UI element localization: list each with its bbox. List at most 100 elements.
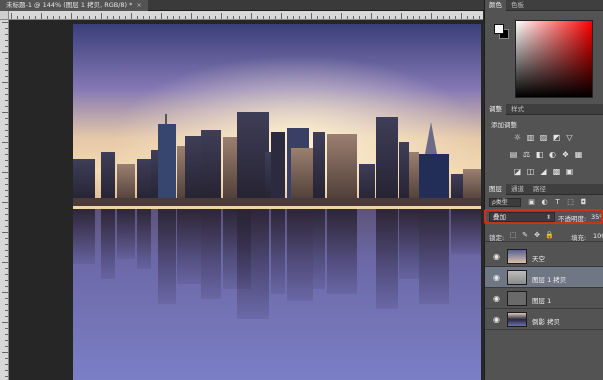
adjustment-layer-filter-icon[interactable]: ◐: [540, 198, 549, 207]
lock-all-icon[interactable]: 🔒: [545, 231, 554, 239]
vertical-ruler: [0, 20, 9, 380]
lock-transparent-pixels-icon[interactable]: ⬚: [509, 231, 517, 239]
visibility-eye-icon[interactable]: ◉: [492, 294, 501, 303]
hue-saturation-icon[interactable]: ▤: [509, 150, 518, 159]
ruler-tick: [467, 16, 468, 19]
visibility-eye-icon[interactable]: ◉: [492, 252, 501, 261]
ruler-tick: [413, 16, 414, 19]
tab-paths[interactable]: 路径: [529, 184, 550, 195]
ruler-tick: [5, 118, 8, 119]
opacity-label: 不透明度:: [558, 215, 587, 223]
ruler-tick: [95, 16, 96, 19]
ruler-tick: [167, 16, 168, 19]
add-adjustment-title: 添加调整: [491, 121, 517, 129]
ruler-tick: [203, 16, 204, 19]
layer-kind-filter[interactable]: ρ类型: [489, 198, 521, 207]
canvas-workspace[interactable]: [9, 20, 483, 380]
ruler-tick: [5, 220, 8, 221]
document-tab[interactable]: 未标题-1 @ 144% (图层 1 拷贝, RGB/8) * ×: [0, 0, 148, 11]
vibrance-icon[interactable]: ▽: [565, 133, 574, 142]
city-skyline-image: [73, 24, 481, 380]
adjustment-icons-row-1: ☼ ▥ ▨ ◩ ▽: [513, 133, 574, 142]
color-lookup-icon[interactable]: ▦: [574, 150, 583, 159]
layer-thumbnail: [507, 312, 527, 327]
ruler-tick: [5, 310, 8, 311]
layer-row-reflection-copy[interactable]: ◉ 倒影 拷贝: [485, 309, 603, 330]
layer-name: 图层 1 拷贝: [532, 276, 567, 284]
smart-object-filter-icon[interactable]: ◘: [579, 198, 588, 207]
ruler-tick: [359, 16, 360, 19]
ruler-tick: [173, 16, 174, 19]
opacity-input[interactable]: 35%: [591, 213, 603, 221]
foreground-color-swatch[interactable]: [494, 24, 504, 34]
ruler-tick: [2, 262, 8, 263]
ruler-tick: [155, 16, 156, 19]
photo-filter-icon[interactable]: ◐: [548, 150, 557, 159]
ruler-tick: [5, 88, 8, 89]
ruler-tick: [65, 16, 66, 19]
gradient-map-icon[interactable]: ▩: [552, 167, 561, 176]
lock-position-icon[interactable]: ✥: [533, 231, 541, 239]
ruler-tick: [473, 16, 474, 19]
channel-mixer-icon[interactable]: ❖: [561, 150, 570, 159]
brightness-contrast-icon[interactable]: ☼: [513, 133, 522, 142]
ruler-tick: [245, 16, 246, 19]
selective-color-icon[interactable]: ▣: [565, 167, 574, 176]
color-picker-field[interactable]: [515, 20, 593, 98]
ruler-tick: [2, 232, 8, 233]
blend-opacity-row: 叠加 ⬍ 不透明度: 35%: [485, 210, 603, 223]
layers-panel-tabs: 图层 通道 路径: [485, 184, 603, 195]
ruler-tick: [101, 13, 102, 19]
color-balance-icon[interactable]: ⚖: [522, 150, 531, 159]
visibility-eye-icon[interactable]: ◉: [492, 273, 501, 282]
ruler-tick: [5, 178, 8, 179]
layer-row-sky[interactable]: ◉ 天空: [485, 246, 603, 267]
tab-styles[interactable]: 样式: [507, 104, 528, 115]
document-canvas[interactable]: [73, 24, 481, 380]
ruler-tick: [35, 16, 36, 19]
tab-color[interactable]: 颜色: [485, 0, 506, 11]
ruler-tick: [149, 16, 150, 19]
ruler-tick: [5, 268, 8, 269]
curves-icon[interactable]: ▨: [539, 133, 548, 142]
layer-row-layer1[interactable]: ◉ 图层 1: [485, 288, 603, 309]
ruler-tick: [455, 16, 456, 19]
ruler-tick: [329, 16, 330, 19]
invert-icon[interactable]: ◪: [513, 167, 522, 176]
ruler-tick: [401, 13, 402, 19]
levels-icon[interactable]: ▥: [526, 133, 535, 142]
blend-mode-select[interactable]: 叠加 ⬍: [489, 212, 555, 222]
tab-channels[interactable]: 通道: [507, 184, 528, 195]
lock-image-pixels-icon[interactable]: ✎: [521, 231, 529, 239]
ruler-tick: [5, 130, 8, 131]
ruler-tick: [5, 160, 8, 161]
ruler-tick: [5, 214, 8, 215]
ruler-tick: [5, 154, 8, 155]
tab-swatches[interactable]: 色板: [507, 0, 528, 11]
ruler-tick: [5, 40, 8, 41]
ruler-tick: [5, 148, 8, 149]
ruler-tick: [305, 16, 306, 19]
pixel-layer-filter-icon[interactable]: ▣: [527, 198, 536, 207]
type-layer-filter-icon[interactable]: T: [553, 198, 562, 207]
ruler-tick: [269, 16, 270, 19]
ruler-tick: [5, 250, 8, 251]
tab-adjustments[interactable]: 调整: [485, 104, 506, 115]
lock-label: 锁定:: [489, 234, 505, 242]
exposure-icon[interactable]: ◩: [552, 133, 561, 142]
black-white-icon[interactable]: ◧: [535, 150, 544, 159]
close-tab-icon[interactable]: ×: [136, 1, 141, 9]
fill-input[interactable]: 100: [593, 232, 603, 240]
adjustment-icons-row-3: ◪ ◫ ◢ ▩ ▣: [513, 167, 574, 176]
ruler-tick: [383, 16, 384, 19]
tab-layers[interactable]: 图层: [485, 184, 506, 195]
layer-name: 图层 1: [532, 297, 552, 305]
posterize-icon[interactable]: ◫: [526, 167, 535, 176]
ruler-tick: [29, 16, 30, 19]
threshold-icon[interactable]: ◢: [539, 167, 548, 176]
shape-layer-filter-icon[interactable]: ⬚: [566, 198, 575, 207]
ruler-tick: [5, 370, 8, 371]
visibility-eye-icon[interactable]: ◉: [492, 315, 501, 324]
layer-row-layer1-copy[interactable]: ◉ 图层 1 拷贝: [485, 267, 603, 288]
ruler-tick: [287, 16, 288, 19]
